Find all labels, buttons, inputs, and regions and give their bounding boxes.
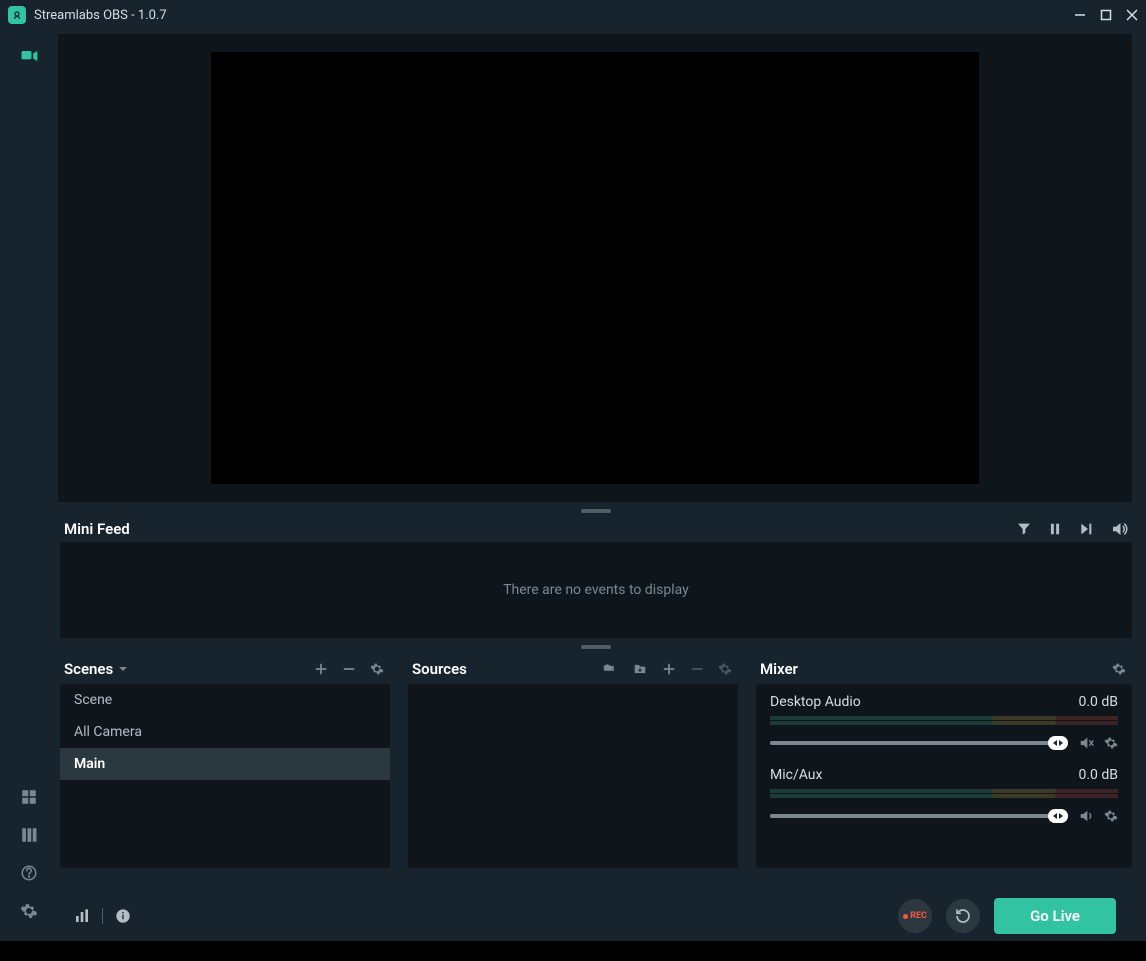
- slider-thumb[interactable]: [1048, 736, 1068, 750]
- maximize-icon[interactable]: [1100, 9, 1112, 21]
- audio-meter: [770, 794, 1118, 798]
- divider: [102, 908, 103, 924]
- add-folder-icon[interactable]: [632, 662, 648, 676]
- mixer-settings-icon[interactable]: [1112, 662, 1126, 676]
- audio-meter: [770, 716, 1118, 720]
- add-scene-icon[interactable]: [314, 662, 328, 676]
- drag-handle[interactable]: [58, 508, 1134, 514]
- remove-source-icon[interactable]: [690, 662, 704, 676]
- sources-list: [408, 684, 738, 868]
- sidebar: [0, 30, 58, 941]
- mixer-item: Desktop Audio 0.0 dB: [756, 684, 1132, 757]
- help-icon[interactable]: [19, 863, 39, 883]
- settings-icon[interactable]: [19, 901, 39, 921]
- app-icon: [8, 6, 26, 24]
- audio-meter: [770, 789, 1118, 793]
- webcam-source-icon[interactable]: [600, 662, 618, 676]
- chevron-down-icon: [119, 667, 127, 671]
- remove-scene-icon[interactable]: [342, 662, 356, 676]
- add-source-icon[interactable]: [662, 662, 676, 676]
- layout-icon[interactable]: [19, 825, 39, 845]
- source-settings-icon[interactable]: [718, 662, 732, 676]
- scene-settings-icon[interactable]: [370, 662, 384, 676]
- mixer-title: Mixer: [760, 660, 798, 678]
- filter-icon[interactable]: [1016, 521, 1032, 537]
- volume-icon[interactable]: [1110, 520, 1128, 538]
- minifeed-empty: There are no events to display: [503, 582, 689, 598]
- preview-area[interactable]: [58, 34, 1132, 502]
- mixer-channel-name: Mic/Aux: [770, 767, 822, 783]
- app-title: Streamlabs OBS - 1.0.7: [34, 8, 167, 23]
- volume-slider[interactable]: [770, 814, 1068, 818]
- replay-button[interactable]: [946, 899, 980, 933]
- pause-icon[interactable]: [1048, 522, 1062, 536]
- scenes-list: SceneAll CameraMain: [60, 684, 390, 868]
- info-icon[interactable]: [115, 908, 131, 924]
- mute-icon[interactable]: [1078, 735, 1094, 751]
- volume-slider[interactable]: [770, 741, 1068, 745]
- slider-thumb[interactable]: [1048, 809, 1068, 823]
- record-button[interactable]: REC: [898, 899, 932, 933]
- mixer-list: Desktop Audio 0.0 dB Mic/Aux 0.0 dB: [756, 684, 1132, 868]
- minifeed-title: Mini Feed: [64, 520, 130, 538]
- channel-gear-icon[interactable]: [1104, 809, 1118, 823]
- stats-icon[interactable]: [74, 908, 90, 924]
- scene-item[interactable]: Scene: [60, 684, 390, 716]
- audio-meter: [770, 721, 1118, 725]
- mixer-item: Mic/Aux 0.0 dB: [756, 757, 1132, 830]
- close-icon[interactable]: [1126, 9, 1138, 21]
- titlebar: Streamlabs OBS - 1.0.7: [0, 0, 1146, 30]
- skip-icon[interactable]: [1078, 521, 1094, 537]
- footer: REC Go Live: [58, 891, 1134, 941]
- editor-icon[interactable]: [19, 46, 39, 66]
- scenes-title[interactable]: Scenes: [64, 660, 127, 678]
- go-live-button[interactable]: Go Live: [994, 898, 1116, 934]
- preview-canvas: [211, 52, 979, 484]
- minifeed-body: There are no events to display: [60, 542, 1132, 638]
- scene-item[interactable]: All Camera: [60, 716, 390, 748]
- mixer-db: 0.0 dB: [1078, 767, 1118, 783]
- drag-handle-2[interactable]: [58, 644, 1134, 650]
- mute-icon[interactable]: [1078, 808, 1094, 824]
- mixer-db: 0.0 dB: [1078, 694, 1118, 710]
- minimize-icon[interactable]: [1074, 9, 1086, 21]
- sources-title: Sources: [412, 660, 467, 678]
- channel-gear-icon[interactable]: [1104, 736, 1118, 750]
- scene-item[interactable]: Main: [60, 748, 390, 780]
- dashboard-icon[interactable]: [19, 787, 39, 807]
- mixer-channel-name: Desktop Audio: [770, 694, 861, 710]
